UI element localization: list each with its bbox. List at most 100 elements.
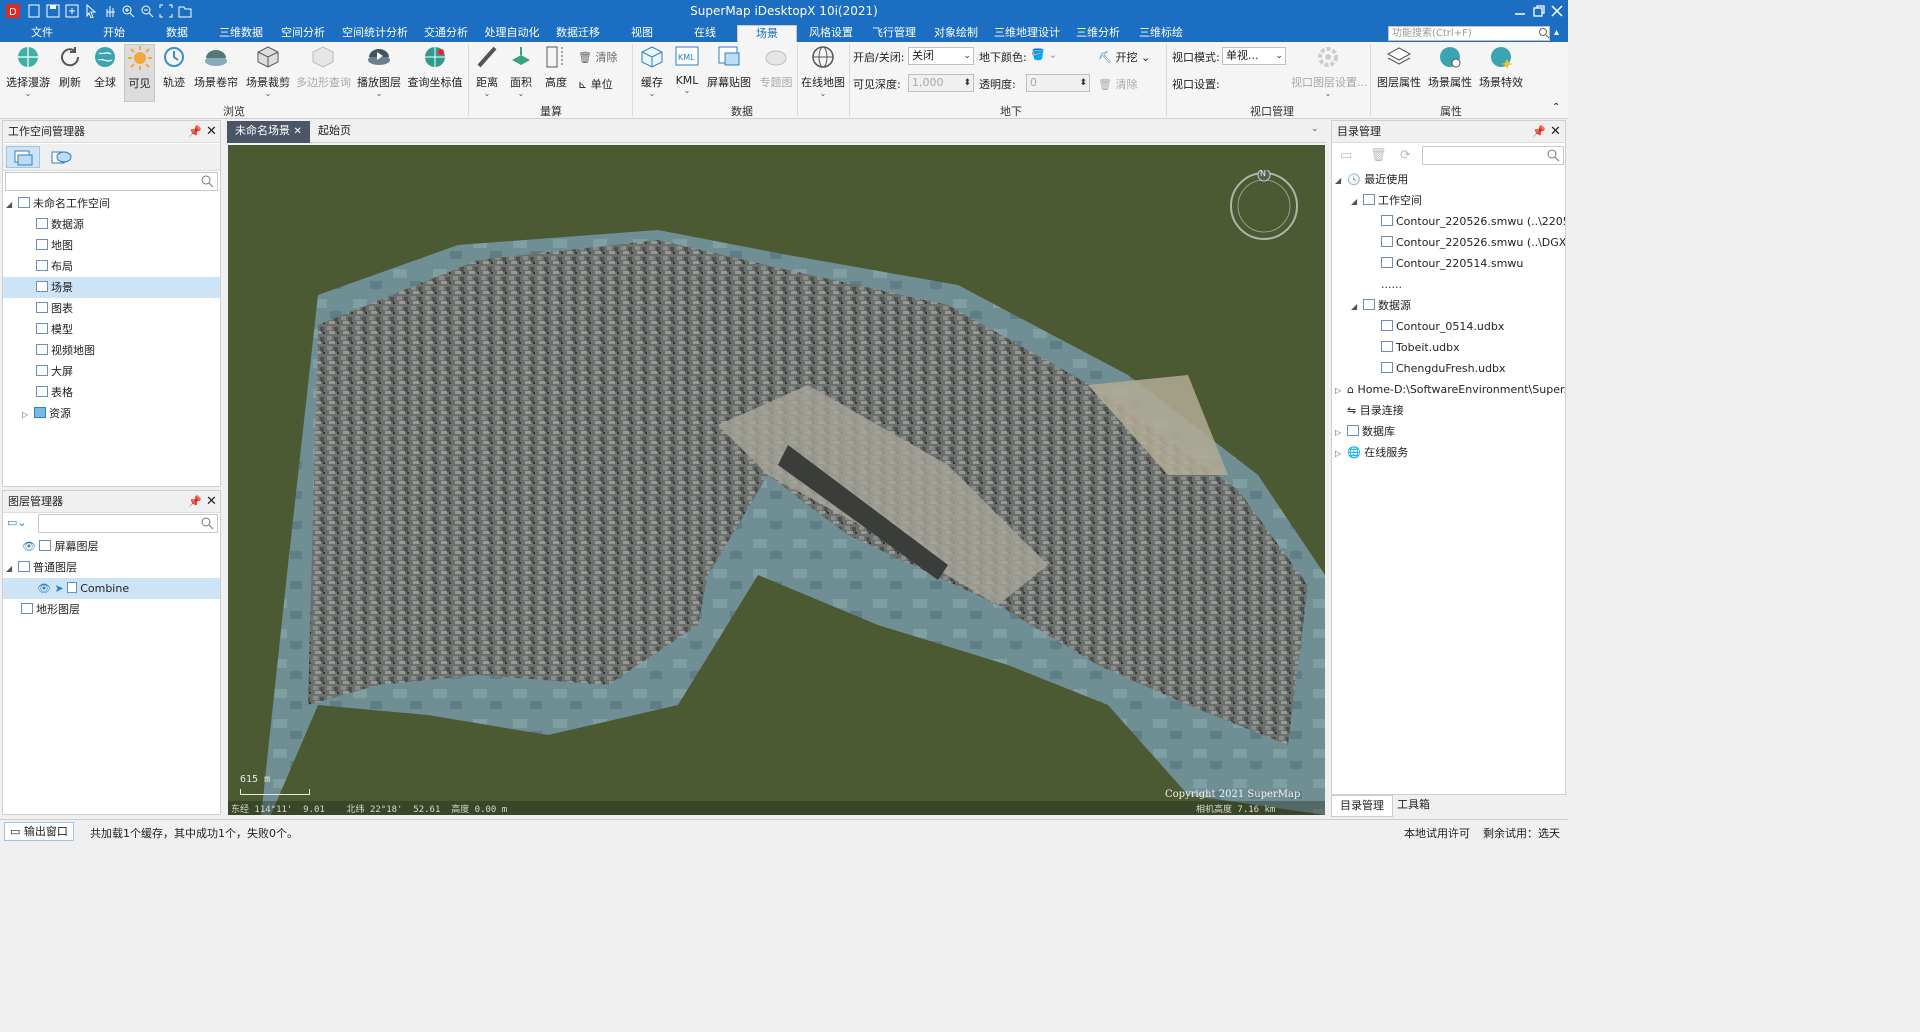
measure-height-button[interactable]: 高度 [542, 44, 570, 90]
workspace-item-layout[interactable]: 布局 [3, 256, 220, 277]
viewport-mode-select[interactable]: 单视... ⌄ [1222, 47, 1286, 65]
measure-area-button[interactable]: 面积 ⌄ [507, 44, 535, 98]
close-panel-icon[interactable]: ✕ [206, 491, 217, 513]
expand-arrow-icon[interactable]: ▷ [1335, 380, 1347, 400]
tab-3d-data[interactable]: 三维数据 [213, 25, 269, 42]
tab-spatial-analysis[interactable]: 空间分析 [275, 25, 331, 42]
visible-button[interactable]: 可见 [124, 44, 155, 102]
tab-3d-analysis[interactable]: 三维分析 [1070, 25, 1126, 42]
layer-normal-group[interactable]: ◢ 普通图层 [3, 557, 220, 578]
tab-file[interactable]: 文件 [22, 25, 62, 42]
delete-icon[interactable]: 🗑 [1370, 148, 1387, 163]
workspace-item-chart[interactable]: 图表 [3, 298, 220, 319]
catalog-datasource-item[interactable]: Contour_0514.udbx [1332, 316, 1504, 337]
tab-data[interactable]: 数据 [157, 25, 197, 42]
close-tab-icon[interactable]: ✕ [294, 126, 302, 137]
tab-catalog[interactable]: 目录管理 [1331, 795, 1393, 817]
eye-icon[interactable]: 👁 [37, 582, 51, 595]
workspace-view-tab[interactable] [6, 146, 40, 168]
collapse-arrow-icon[interactable]: ◢ [6, 558, 18, 579]
tab-start[interactable]: 开始 [94, 25, 134, 42]
tab-toolbox[interactable]: 工具箱 [1389, 795, 1438, 817]
scene-clip-button[interactable]: 场景裁剪 ⌄ [245, 44, 291, 98]
output-window-tab[interactable]: ▭ 输出窗口 [4, 822, 74, 841]
underground-toggle-select[interactable]: 关闭 ⌄ [908, 47, 974, 65]
workspace-root[interactable]: ◢ 未命名工作空间 [3, 193, 220, 214]
workspace-item-video-map[interactable]: 视频地图 [3, 340, 220, 361]
measure-unit-button[interactable]: ⊾ 单位 [578, 76, 613, 92]
opacity-spinner[interactable]: 0 ⬍ [1026, 74, 1090, 92]
thematic-button[interactable]: 专题图 [759, 44, 793, 90]
catalog-dir-connection[interactable]: ⇋ 目录连接 [1332, 400, 1404, 421]
add-layer-icon[interactable]: ▭⌄ [7, 516, 27, 529]
workspace-item-map[interactable]: 地图 [3, 235, 220, 256]
pin-icon[interactable]: 📌 [188, 491, 202, 513]
new-folder-icon[interactable]: ▭ [1340, 148, 1352, 163]
workspace-item-table[interactable]: 表格 [3, 382, 220, 403]
layer-properties-button[interactable]: 图层属性 [1375, 44, 1423, 90]
eye-icon[interactable]: 👁 [22, 540, 36, 553]
underground-clear-button[interactable]: 🗑 清除 [1098, 76, 1137, 92]
measure-distance-button[interactable]: 距离 ⌄ [473, 44, 501, 98]
workspace-item-resources[interactable]: ▷ 资源 [3, 403, 220, 424]
tab-style[interactable]: 风格设置 [803, 25, 859, 42]
catalog-home[interactable]: ▷ ⌂ Home-D:\SoftwareEnvironment\Super... [1332, 379, 1565, 400]
tab-scene[interactable]: 场景 [737, 25, 797, 42]
workspace-item-scene[interactable]: 场景 [3, 277, 220, 298]
visible-depth-spinner[interactable]: 1,000 ⬍ [908, 74, 974, 92]
expand-arrow-icon[interactable]: ▷ [1335, 443, 1347, 464]
query-coordinate-button[interactable]: 查询坐标值 [407, 44, 463, 90]
refresh-button[interactable]: 刷新 [56, 44, 84, 90]
tab-automation[interactable]: 处理自动化 [481, 25, 543, 42]
catalog-database[interactable]: ▷ 数据库 [1332, 421, 1395, 442]
select-roam-button[interactable]: 选择漫游 ⌄ [4, 44, 52, 98]
refresh-icon[interactable]: ⟳ [1400, 148, 1411, 163]
cache-button[interactable]: 缓存 ⌄ [637, 44, 667, 98]
close-icon[interactable] [1549, 3, 1565, 19]
tab-spatial-stats[interactable]: 空间统计分析 [338, 25, 412, 42]
ribbon-collapse-icon[interactable]: ▴ [1554, 27, 1559, 38]
tab-untitled-scene[interactable]: 未命名场景 ✕ [227, 121, 310, 143]
collapse-arrow-icon[interactable]: ◢ [1335, 170, 1347, 191]
cloud-workspace-icon[interactable] [49, 147, 73, 167]
catalog-datasource-group[interactable]: ◢ 数据源 [1332, 295, 1411, 316]
search-icon[interactable] [1538, 27, 1550, 39]
catalog-workspace-more[interactable]: ...... [1332, 274, 1402, 295]
workspace-search-input[interactable] [5, 172, 218, 191]
expand-arrow-icon[interactable]: ▷ [22, 404, 34, 425]
close-panel-icon[interactable]: ✕ [206, 121, 217, 143]
tab-draw[interactable]: 对象绘制 [928, 25, 984, 42]
layer-combine[interactable]: 👁 ➤ Combine [3, 578, 220, 599]
scene-roll-button[interactable]: 场景卷帘 [193, 44, 239, 90]
minimize-icon[interactable] [1512, 3, 1528, 19]
catalog-datasource-item[interactable]: Tobeit.udbx [1332, 337, 1460, 358]
screen-tile-button[interactable]: 屏幕贴图 [706, 44, 752, 90]
scene-properties-button[interactable]: 场景属性 [1427, 44, 1473, 90]
layer-terrain[interactable]: 地形图层 [3, 599, 220, 620]
workspace-item-big-screen[interactable]: 大屏 [3, 361, 220, 382]
workspace-item-datasource[interactable]: 数据源 [3, 214, 220, 235]
close-panel-icon[interactable]: ✕ [1550, 121, 1561, 143]
full-extent-button[interactable]: 全球 [91, 44, 119, 90]
tab-flight[interactable]: 飞行管理 [866, 25, 922, 42]
tab-traffic[interactable]: 交通分析 [418, 25, 474, 42]
compass-icon[interactable]: N [1228, 169, 1300, 242]
tab-3d-plot[interactable]: 三维标绘 [1133, 25, 1189, 42]
collapse-arrow-icon[interactable]: ◢ [6, 194, 18, 215]
catalog-workspace-group[interactable]: ◢ 工作空间 [1332, 190, 1422, 211]
tab-start-page[interactable]: 起始页 [310, 121, 359, 143]
viewport-layer-settings-button[interactable]: 视口图层设置... ⌄ [1291, 44, 1368, 98]
workspace-item-model[interactable]: 模型 [3, 319, 220, 340]
tab-list-icon[interactable]: ⌄ [1311, 124, 1319, 134]
restore-icon[interactable] [1531, 3, 1547, 19]
excavate-button[interactable]: ⛏ 开挖 ⌄ [1098, 49, 1150, 65]
play-layer-button[interactable]: 播放图层 ⌄ [356, 44, 402, 98]
pin-icon[interactable]: 📌 [188, 121, 202, 143]
selectable-arrow-icon[interactable]: ➤ [54, 582, 63, 595]
layer-search-input[interactable] [38, 514, 218, 533]
collapse-ribbon-icon[interactable]: ⌃ [1552, 102, 1560, 113]
color-picker-button[interactable]: 🪣 ⌄ [1031, 48, 1057, 61]
scene-effects-button[interactable]: 场景特效 [1478, 44, 1524, 90]
kml-button[interactable]: KML KML ⌄ [672, 44, 702, 95]
pin-icon[interactable]: 📌 [1532, 121, 1546, 143]
